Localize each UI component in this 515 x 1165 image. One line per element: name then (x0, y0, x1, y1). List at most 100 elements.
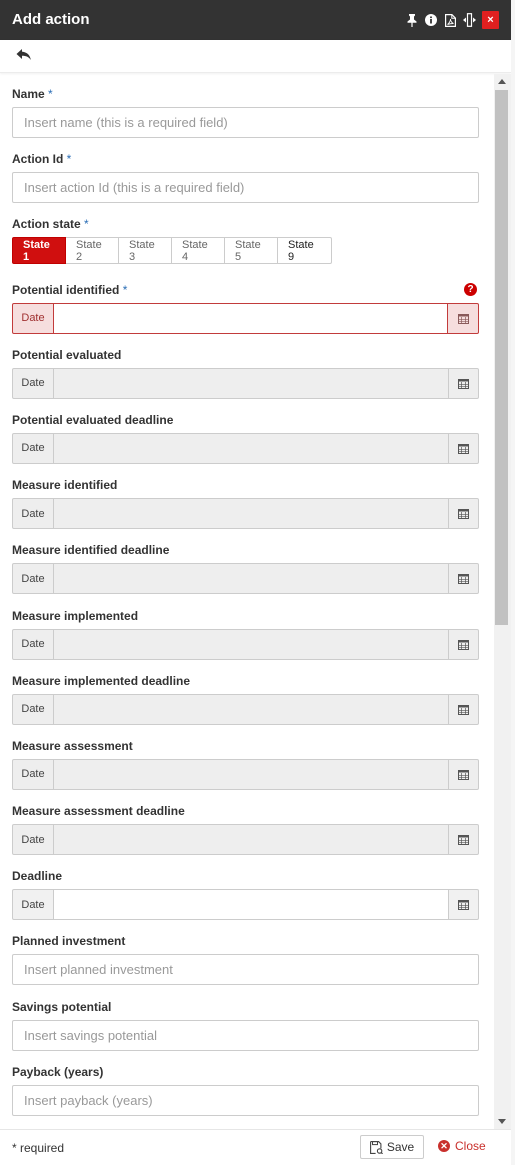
state-1-button[interactable]: State 1 (12, 237, 66, 265)
planned-investment-input[interactable] (12, 954, 479, 986)
scroll-down-arrow-icon[interactable] (498, 1119, 506, 1124)
calendar-icon[interactable] (448, 693, 479, 725)
measure-identified-field: Measure identified Date (12, 477, 479, 542)
potential-evaluated-deadline-input[interactable] (54, 432, 448, 464)
calendar-icon[interactable] (448, 758, 479, 790)
save-button[interactable]: Save (360, 1135, 424, 1159)
planned-investment-label: Planned investment (12, 934, 126, 949)
form-scroll-area[interactable]: Name * Action Id * Action state * State … (0, 74, 511, 1129)
action-state-field: Action state * State 1 State 2 State 3 S… (12, 216, 479, 281)
measure-identified-label: Measure identified (12, 478, 118, 493)
calendar-icon[interactable] (448, 563, 479, 595)
measure-assessment-date-group: Date (12, 758, 479, 790)
window-title: Add action (12, 11, 90, 28)
close-icon: × (487, 14, 494, 26)
measure-implemented-deadline-field: Measure implemented deadline Date (12, 673, 479, 738)
toolbar (0, 40, 511, 73)
payback-label: Payback (years) (12, 1064, 104, 1079)
vertical-scrollbar[interactable] (494, 74, 511, 1129)
measure-assessment-field: Measure assessment Date (12, 738, 479, 803)
calendar-icon[interactable] (448, 302, 479, 334)
info-icon[interactable] (424, 11, 438, 29)
date-addon: Date (12, 693, 54, 725)
potential-identified-label: Potential identified (12, 282, 120, 297)
state-4-button[interactable]: State 4 (172, 237, 225, 265)
date-addon: Date (12, 432, 54, 464)
measure-assessment-input[interactable] (54, 758, 448, 790)
name-label: Name (12, 87, 45, 101)
pdf-icon[interactable] (443, 11, 457, 29)
measure-implemented-deadline-date-group: Date (12, 693, 479, 725)
window-edge (511, 0, 515, 1165)
action-state-button-group: State 1 State 2 State 3 State 4 State 5 … (12, 237, 332, 265)
measure-identified-input[interactable] (54, 498, 448, 530)
measure-implemented-field: Measure implemented Date (12, 608, 479, 673)
required-mark: * (122, 282, 128, 297)
state-3-button[interactable]: State 3 (119, 237, 172, 265)
action-state-label: Action state (12, 217, 81, 232)
pin-icon[interactable] (405, 11, 419, 29)
potential-evaluated-date-group: Date (12, 367, 479, 399)
action-id-field: Action Id * (12, 151, 479, 216)
resize-icon[interactable] (462, 11, 476, 29)
measure-assessment-deadline-label: Measure assessment deadline (12, 804, 185, 819)
measure-assessment-deadline-input[interactable] (54, 824, 448, 856)
payback-input[interactable] (12, 1084, 479, 1116)
planned-investment-field: Planned investment (12, 933, 479, 998)
payback-field: Payback (years) (12, 1064, 479, 1129)
date-addon: Date (12, 824, 54, 856)
scrollbar-thumb[interactable] (495, 90, 508, 625)
potential-evaluated-deadline-field: Potential evaluated deadline Date (12, 412, 479, 477)
state-2-button[interactable]: State 2 (66, 237, 119, 265)
deadline-label: Deadline (12, 869, 63, 884)
potential-evaluated-field: Potential evaluated Date (12, 347, 479, 412)
name-input[interactable] (12, 107, 479, 138)
window-close-button[interactable]: × (482, 11, 499, 29)
deadline-field: Deadline Date (12, 868, 479, 933)
calendar-icon[interactable] (448, 824, 479, 856)
measure-identified-deadline-date-group: Date (12, 563, 479, 595)
calendar-icon[interactable] (448, 889, 479, 921)
measure-identified-deadline-label: Measure identified deadline (12, 543, 170, 558)
calendar-icon[interactable] (448, 628, 479, 660)
close-label: Close (455, 1139, 486, 1153)
scroll-up-arrow-icon[interactable] (498, 79, 506, 84)
state-5-button[interactable]: State 5 (225, 237, 278, 265)
savings-potential-input[interactable] (12, 1019, 479, 1051)
date-addon: Date (12, 628, 54, 660)
action-id-label: Action Id (12, 152, 64, 167)
potential-identified-field: Potential identified * ? Date (12, 282, 479, 347)
measure-implemented-input[interactable] (54, 628, 448, 660)
measure-identified-deadline-input[interactable] (54, 563, 448, 595)
add-action-form: Name * Action Id * Action state * State … (12, 86, 479, 1129)
measure-implemented-deadline-input[interactable] (54, 693, 448, 725)
potential-identified-input[interactable] (54, 302, 448, 334)
help-icon[interactable]: ? (464, 282, 477, 296)
action-id-input[interactable] (12, 172, 479, 204)
deadline-input[interactable] (54, 889, 448, 921)
deadline-date-group: Date (12, 889, 479, 921)
potential-evaluated-input[interactable] (54, 367, 448, 399)
required-mark: * (66, 152, 72, 167)
required-mark: * (48, 87, 53, 101)
state-9-button[interactable]: State 9 (278, 237, 332, 265)
savings-potential-label: Savings potential (12, 999, 112, 1014)
required-mark: * (84, 217, 89, 232)
potential-identified-date-group: Date (12, 302, 479, 334)
calendar-icon[interactable] (448, 367, 479, 399)
measure-assessment-deadline-field: Measure assessment deadline Date (12, 803, 479, 868)
date-addon: Date (12, 498, 54, 530)
reply-arrow-icon[interactable] (16, 48, 34, 64)
measure-assessment-deadline-date-group: Date (12, 824, 479, 856)
calendar-icon[interactable] (448, 498, 479, 530)
close-button[interactable]: ✕ Close (438, 1139, 486, 1153)
save-label: Save (386, 1140, 415, 1154)
savings-potential-field: Savings potential (12, 999, 479, 1064)
date-addon: Date (12, 302, 54, 334)
measure-identified-deadline-field: Measure identified deadline Date (12, 542, 479, 607)
name-field: Name * (12, 86, 479, 151)
potential-evaluated-deadline-date-group: Date (12, 432, 479, 464)
date-addon: Date (12, 758, 54, 790)
date-addon: Date (12, 367, 54, 399)
calendar-icon[interactable] (448, 432, 479, 464)
